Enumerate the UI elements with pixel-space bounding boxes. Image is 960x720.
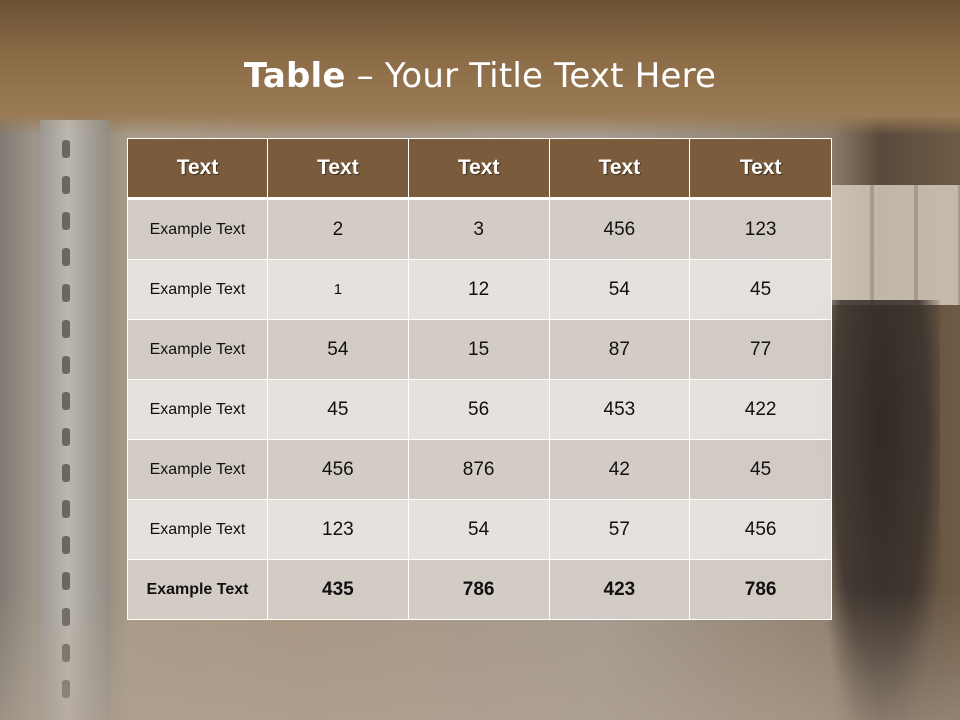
table-cell[interactable]: 2 <box>268 200 409 260</box>
table-cell[interactable]: 876 <box>408 440 550 500</box>
table-cell[interactable]: 56 <box>408 380 550 440</box>
table-cell[interactable]: Example Text <box>128 500 268 560</box>
shelf-hole <box>62 284 70 302</box>
table-row: Example Text 123 54 57 456 <box>128 500 831 560</box>
shelf-hole <box>62 572 70 590</box>
shelf-hole <box>62 356 70 374</box>
table-header-cell[interactable]: Text <box>128 139 268 200</box>
table-cell[interactable]: 435 <box>268 560 409 619</box>
table-cell[interactable]: 1 <box>268 260 409 320</box>
table-cell[interactable]: 54 <box>549 260 691 320</box>
table-cell[interactable]: 12 <box>408 260 550 320</box>
shelf-hole <box>62 320 70 338</box>
shelf-hole <box>62 464 70 482</box>
data-table[interactable]: Text Text Text Text Text Example Text 2 … <box>127 138 832 620</box>
table-cell[interactable]: 45 <box>690 260 831 320</box>
table-cell[interactable]: 456 <box>268 440 409 500</box>
table-cell[interactable]: 42 <box>549 440 691 500</box>
shelf-hole <box>62 176 70 194</box>
table-row: Example Text 54 15 87 77 <box>128 320 831 380</box>
table-total-row: Example Text 435 786 423 786 <box>128 560 831 619</box>
table-header-cell[interactable]: Text <box>690 139 831 200</box>
shelf-hole <box>62 248 70 266</box>
table-cell[interactable]: Example Text <box>128 440 268 500</box>
shelf-hole <box>62 428 70 446</box>
table-cell[interactable]: Example Text <box>128 260 268 320</box>
table-cell[interactable]: 123 <box>690 200 831 260</box>
shelf-hole <box>62 392 70 410</box>
table-row: Example Text 1 12 54 45 <box>128 260 831 320</box>
table-cell[interactable]: 453 <box>549 380 691 440</box>
table-header-cell[interactable]: Text <box>549 139 691 200</box>
table-row: Example Text 2 3 456 123 <box>128 200 831 260</box>
slide-title-rest: – Your Title Text Here <box>345 56 717 96</box>
table-cell[interactable]: 456 <box>690 500 831 560</box>
table-header-row: Text Text Text Text Text <box>128 139 831 200</box>
table-cell[interactable]: 422 <box>690 380 831 440</box>
table-header-cell[interactable]: Text <box>408 139 550 200</box>
table-cell[interactable]: 786 <box>408 560 550 619</box>
table-cell[interactable]: 15 <box>408 320 550 380</box>
shelf-hole <box>62 140 70 158</box>
table-cell[interactable]: 45 <box>690 440 831 500</box>
table-cell[interactable]: 786 <box>690 560 831 619</box>
table-header-cell[interactable]: Text <box>268 139 409 200</box>
storage-boxes-image <box>830 185 960 305</box>
table-row: Example Text 456 876 42 45 <box>128 440 831 500</box>
table-cell[interactable]: 45 <box>268 380 409 440</box>
slide-title[interactable]: Table – Your Title Text Here <box>0 56 960 96</box>
slide-title-bold: Table <box>243 56 346 96</box>
table-row: Example Text 45 56 453 422 <box>128 380 831 440</box>
table-cell[interactable]: 123 <box>268 500 409 560</box>
table-cell[interactable]: Example Text <box>128 200 268 260</box>
shelf-hole <box>62 500 70 518</box>
table-cell[interactable]: Example Text <box>128 380 268 440</box>
table-cell[interactable]: 77 <box>690 320 831 380</box>
shelf-hole <box>62 536 70 554</box>
table-cell[interactable]: Example Text <box>128 320 268 380</box>
table-cell[interactable]: Example Text <box>128 560 268 619</box>
table-cell[interactable]: 54 <box>268 320 409 380</box>
shelf-hole <box>62 212 70 230</box>
table-cell[interactable]: 423 <box>549 560 691 619</box>
table-cell[interactable]: 456 <box>549 200 691 260</box>
table-cell[interactable]: 3 <box>408 200 550 260</box>
table-cell[interactable]: 87 <box>549 320 691 380</box>
table-cell[interactable]: 57 <box>549 500 691 560</box>
table-cell[interactable]: 54 <box>408 500 550 560</box>
